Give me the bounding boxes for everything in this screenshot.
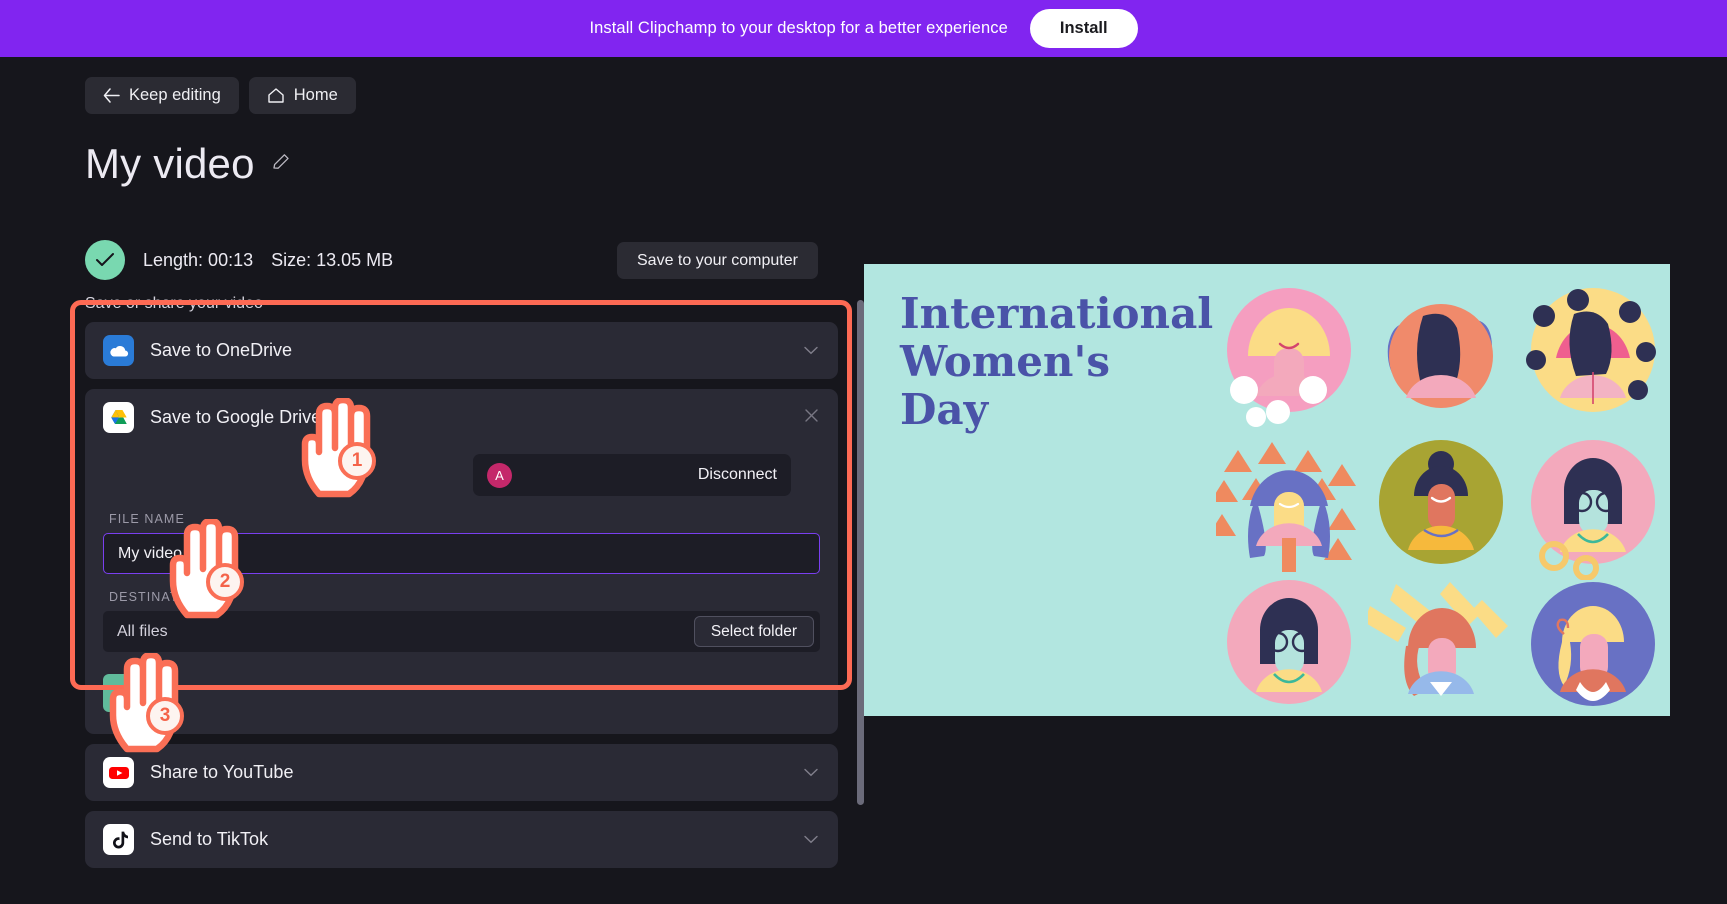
save-button[interactable]: Save (103, 674, 179, 712)
google-drive-panel: A Disconnect FILE NAME DESTINATION All f… (85, 454, 838, 734)
avatar: A (487, 462, 512, 488)
save-to-computer-button[interactable]: Save to your computer (617, 242, 818, 279)
destination-header-tiktok[interactable]: Send to TikTok (85, 811, 838, 868)
file-name-label: FILE NAME (109, 512, 185, 526)
list-scrollbar[interactable] (857, 300, 864, 820)
preview-avatar (1379, 440, 1503, 564)
clipchamp-export-page: Install Clipchamp to your desktop for a … (0, 0, 1727, 904)
arrow-left-icon (103, 88, 120, 103)
preview-avatar (1227, 288, 1351, 427)
destination-field[interactable]: All files Select folder (103, 611, 820, 652)
preview-avatar (1387, 304, 1493, 408)
video-size: Size: 13.05 MB (271, 249, 394, 270)
disconnect-button[interactable]: Disconnect (698, 466, 777, 484)
destination-value: All files (117, 622, 168, 640)
select-folder-button[interactable]: Select folder (693, 616, 814, 647)
keep-editing-label: Keep editing (129, 86, 221, 104)
chevron-down-icon[interactable] (804, 764, 818, 782)
scrollbar-thumb[interactable] (857, 300, 864, 805)
install-banner: Install Clipchamp to your desktop for a … (0, 0, 1727, 57)
destination-label: DESTINATION (109, 590, 205, 604)
destination-card-onedrive: Save to OneDrive (85, 322, 838, 379)
preview-title-line3: Day (900, 384, 989, 434)
destination-header-onedrive[interactable]: Save to OneDrive (85, 322, 838, 379)
onedrive-icon (103, 335, 134, 366)
top-nav: Keep editing Home (85, 77, 356, 114)
keep-editing-button[interactable]: Keep editing (85, 77, 239, 114)
check-icon (85, 240, 125, 280)
destination-card-tiktok: Send to TikTok (85, 811, 838, 868)
install-banner-text: Install Clipchamp to your desktop for a … (589, 19, 1008, 37)
home-label: Home (293, 86, 338, 104)
google-drive-icon (103, 402, 134, 433)
preview-avatar (1368, 582, 1508, 696)
project-title-row: My video (85, 140, 291, 188)
install-button[interactable]: Install (1029, 9, 1138, 48)
preview-avatar (1227, 580, 1351, 704)
destination-card-google-drive: Save to Google Drive A Disconnect FILE N… (85, 389, 838, 734)
destination-header-google-drive[interactable]: Save to Google Drive (85, 389, 838, 446)
destination-label-youtube: Share to YouTube (150, 762, 294, 782)
close-icon[interactable] (805, 408, 818, 427)
preview-avatar (1216, 442, 1356, 572)
video-preview: International Women's Day (864, 264, 1670, 716)
video-length: Length: 00:13 (143, 249, 254, 270)
destination-label-google-drive: Save to Google Drive (150, 407, 322, 427)
destination-header-youtube[interactable]: Share to YouTube (85, 744, 838, 801)
tiktok-icon (103, 824, 134, 855)
preview-title-line2: Women's (900, 336, 1110, 386)
youtube-icon (103, 757, 134, 788)
export-status-row: Length: 00:13 Size: 13.05 MB (85, 240, 393, 280)
pencil-icon[interactable] (271, 152, 291, 177)
preview-avatar-grid (1216, 276, 1670, 716)
preview-avatar (1526, 288, 1656, 412)
preview-avatar (1531, 582, 1655, 706)
chevron-down-icon[interactable] (804, 342, 818, 360)
preview-avatar (1531, 440, 1655, 580)
file-name-input[interactable] (103, 533, 820, 574)
page-title: My video (85, 140, 255, 187)
destination-list: Save to OneDrive Save to Google Drive A … (85, 322, 838, 882)
home-button[interactable]: Home (248, 77, 356, 114)
home-icon (267, 87, 285, 104)
preview-title: International Women's Day (900, 290, 1213, 434)
account-row: A Disconnect (473, 454, 791, 496)
destination-label-tiktok: Send to TikTok (150, 829, 269, 849)
destination-card-youtube: Share to YouTube (85, 744, 838, 801)
save-share-subheading: Save or share your video (85, 295, 263, 312)
destination-label-onedrive: Save to OneDrive (150, 340, 293, 360)
chevron-down-icon[interactable] (804, 831, 818, 849)
preview-title-line1: International (900, 289, 1214, 338)
